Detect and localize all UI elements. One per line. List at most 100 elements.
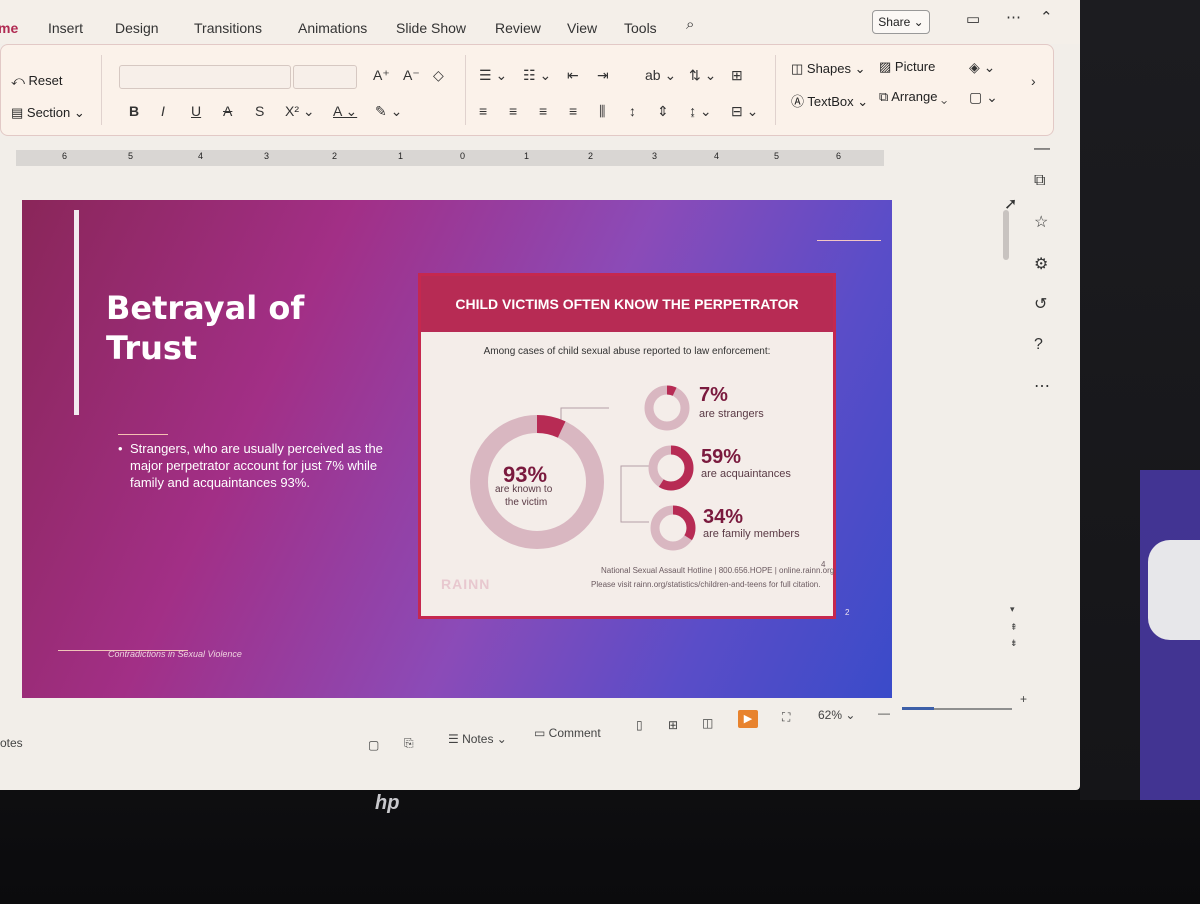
highlight-icon[interactable]: ✎ ⌄ bbox=[375, 103, 402, 120]
increase-indent-icon[interactable]: ⇥ bbox=[597, 67, 609, 84]
font-color-icon[interactable]: A ⌄ bbox=[333, 103, 357, 120]
shapes-button[interactable]: ◫ Shapes ⌄ bbox=[791, 61, 866, 77]
favorite-icon[interactable]: ☆ bbox=[1034, 212, 1048, 232]
align-left-icon[interactable]: ≡ bbox=[479, 103, 487, 119]
sort-icon[interactable]: ⇅ ⌄ bbox=[689, 67, 716, 84]
convert-icon[interactable]: ⊞ bbox=[731, 67, 743, 84]
font-size-select[interactable] bbox=[293, 65, 357, 89]
increase-font-icon[interactable]: A⁺ bbox=[373, 67, 390, 84]
comment-button[interactable]: ▭ Comment bbox=[534, 726, 601, 740]
minimize-pane-icon[interactable]: — bbox=[1034, 140, 1050, 158]
clear-format-icon[interactable]: ◇ bbox=[433, 67, 444, 84]
source-line: Please visit rainn.org/statistics/childr… bbox=[591, 580, 821, 589]
textbox-label: TextBox bbox=[807, 94, 854, 109]
reading-view-icon[interactable]: ◫ bbox=[702, 716, 713, 730]
line-spacing-icon[interactable]: ↕ bbox=[629, 103, 636, 119]
infographic[interactable]: CHILD VICTIMS OFTEN KNOW THE PERPETRATOR… bbox=[418, 273, 836, 619]
tab-design[interactable]: Design bbox=[115, 20, 159, 36]
arrange-button[interactable]: ⧉ Arrange ⌄ bbox=[879, 89, 947, 105]
strikethrough-icon[interactable]: A bbox=[223, 103, 232, 119]
fill-color-icon[interactable]: ◈ ⌄ bbox=[969, 59, 995, 76]
tab-insert[interactable]: Insert bbox=[48, 20, 83, 36]
picture-label: Picture bbox=[894, 59, 936, 74]
history-icon[interactable]: ↺ bbox=[1034, 294, 1047, 314]
search-icon[interactable]: ⌕ bbox=[686, 16, 694, 33]
spacing-options-icon[interactable]: ↨ ⌄ bbox=[689, 103, 712, 120]
justify-icon[interactable]: ≡ bbox=[569, 103, 577, 119]
status-bar: otes ▢ ⎘ ☰ Notes ⌄ ▭ Comment ▯ ⊞ ◫ ▶ ⛶ 6… bbox=[0, 692, 1080, 752]
footnote-marker: 4 bbox=[821, 560, 826, 569]
share-button[interactable]: Share ⌄ bbox=[872, 10, 930, 34]
tab-slide-show[interactable]: Slide Show bbox=[396, 20, 466, 36]
item-percent: 59% bbox=[701, 446, 742, 468]
ruler-number: 5 bbox=[774, 151, 780, 161]
comment-icon[interactable]: ▭ bbox=[966, 10, 980, 28]
help-icon[interactable]: ? bbox=[1034, 336, 1043, 354]
text-direction-icon[interactable]: ab ⌄ bbox=[645, 67, 676, 84]
decrease-indent-icon[interactable]: ⇤ bbox=[567, 67, 579, 84]
vertical-scrollbar-thumb[interactable] bbox=[1003, 210, 1009, 260]
notes-button[interactable]: ☰ Notes ⌄ bbox=[448, 732, 507, 746]
tab-animations[interactable]: Animations bbox=[298, 20, 367, 36]
ribbon-divider bbox=[101, 55, 102, 125]
paragraph-spacing-icon[interactable]: ⇕ bbox=[657, 103, 669, 120]
decrease-font-icon[interactable]: A⁻ bbox=[403, 67, 420, 84]
play-slideshow-icon[interactable]: ▶ bbox=[738, 710, 758, 728]
text-align-vertical-icon[interactable]: ⊟ ⌄ bbox=[731, 103, 758, 120]
align-right-icon[interactable]: ≡ bbox=[539, 103, 547, 119]
collapse-ribbon-icon[interactable]: ⌃ bbox=[1040, 8, 1053, 26]
main-label-line: are known to bbox=[495, 484, 553, 495]
menu-bar: me Insert Design Transitions Animations … bbox=[0, 0, 1080, 44]
textbox-button[interactable]: Ⓐ TextBox ⌄ bbox=[791, 91, 868, 110]
infographic-rings bbox=[470, 385, 696, 551]
align-center-icon[interactable]: ≡ bbox=[509, 103, 517, 119]
share-label: Share bbox=[878, 15, 911, 29]
tab-transitions[interactable]: Transitions bbox=[194, 20, 262, 36]
section-button[interactable]: ▤ Section ⌄ bbox=[11, 105, 85, 121]
ribbon-scroll-right-icon[interactable]: › bbox=[1031, 73, 1036, 89]
title-accent-bar bbox=[74, 210, 79, 415]
notes-pane-label: otes bbox=[0, 736, 23, 750]
tab-view[interactable]: View bbox=[567, 20, 597, 36]
tab-home[interactable]: me bbox=[0, 20, 18, 36]
more-icon[interactable]: ⋯ bbox=[1006, 8, 1021, 26]
design-ideas-icon[interactable]: ⧉ bbox=[1034, 172, 1045, 190]
notes-toggle-icon[interactable]: ⎘ bbox=[404, 736, 414, 751]
slide-title[interactable]: Betrayal of Trust bbox=[106, 288, 304, 368]
bold-icon[interactable]: B bbox=[129, 103, 139, 119]
bullet-dot: • bbox=[118, 441, 123, 456]
scroll-down-icon[interactable]: ▾ bbox=[1010, 604, 1015, 615]
right-sidebar: — ⧉ ☆ ⚙ ↺ ? ⋯ ➚ bbox=[1004, 134, 1080, 694]
picture-button[interactable]: ▨ Picture bbox=[879, 59, 935, 75]
ruler-number: 3 bbox=[652, 151, 658, 161]
tab-review[interactable]: Review bbox=[495, 20, 541, 36]
strangers-donut-track bbox=[644, 385, 690, 431]
ruler-number: 4 bbox=[714, 151, 720, 161]
zoom-level[interactable]: 62% ⌄ bbox=[818, 708, 855, 722]
underline-icon[interactable]: U bbox=[191, 103, 201, 119]
main-label-line: the victim bbox=[505, 497, 548, 508]
normal-view-icon[interactable]: ▯ bbox=[636, 718, 643, 732]
zoom-in-icon[interactable]: + bbox=[1020, 692, 1027, 706]
columns-icon[interactable]: ⫼ bbox=[599, 103, 605, 120]
superscript-icon[interactable]: X² ⌄ bbox=[285, 103, 315, 120]
slide-canvas[interactable]: Betrayal of Trust • Strangers, who are u… bbox=[22, 200, 892, 698]
slide-sorter-icon[interactable]: ▢ bbox=[368, 738, 379, 752]
grid-view-icon[interactable]: ⊞ bbox=[668, 718, 678, 732]
fit-window-icon[interactable]: ⛶ bbox=[782, 710, 790, 725]
tab-tools[interactable]: Tools bbox=[624, 20, 657, 36]
outline-color-icon[interactable]: ▢ ⌄ bbox=[969, 89, 998, 106]
italic-icon[interactable]: I bbox=[161, 103, 165, 119]
bullet-text[interactable]: • Strangers, who are usually perceived a… bbox=[118, 440, 403, 491]
more-options-icon[interactable]: ⋯ bbox=[1034, 376, 1050, 396]
bullets-icon[interactable]: ☰ ⌄ bbox=[479, 67, 507, 84]
rainn-logo: RAINN bbox=[441, 576, 491, 592]
reset-button[interactable]: ⤺ Reset bbox=[11, 73, 62, 89]
shadow-icon[interactable]: S bbox=[255, 103, 264, 119]
font-family-select[interactable] bbox=[119, 65, 291, 89]
prev-slide-icon[interactable]: ⇞ bbox=[1010, 622, 1018, 633]
properties-icon[interactable]: ⚙ bbox=[1034, 254, 1048, 274]
numbering-icon[interactable]: ☷ ⌄ bbox=[523, 67, 551, 84]
zoom-out-icon[interactable]: — bbox=[878, 706, 890, 720]
next-slide-icon[interactable]: ⇟ bbox=[1010, 638, 1018, 649]
